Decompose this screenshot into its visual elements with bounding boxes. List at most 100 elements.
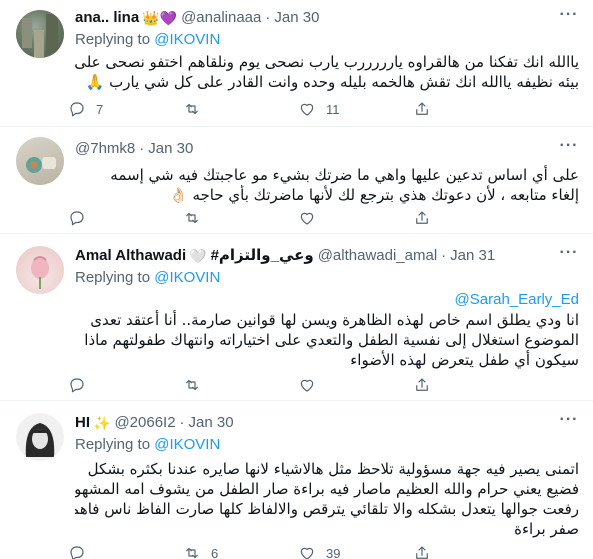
- tweet-text-line: رفعت جوالها يتعدل بشكله والا تلقائي يترق…: [75, 500, 579, 518]
- display-name[interactable]: Amal Althawadi: [75, 246, 186, 266]
- tweet-2[interactable]: @7hmk8 · Jan 30 ··· على أي اساس تدعين عل…: [0, 127, 593, 234]
- avatar[interactable]: [16, 10, 64, 58]
- reply-button[interactable]: [68, 209, 183, 227]
- avatar[interactable]: [16, 413, 64, 461]
- handle[interactable]: @althawadi_amal: [318, 246, 437, 266]
- more-icon[interactable]: ···: [559, 245, 579, 266]
- tweet-text-line: ياالله انك تفكنا من هالقراوه يارررررب يا…: [75, 53, 579, 71]
- tweet-text: ياالله انك تفكنا من هالقراوه يارررررب يا…: [75, 52, 579, 92]
- reply-icon: [70, 546, 84, 559]
- like-button[interactable]: 39: [298, 544, 413, 559]
- more-icon[interactable]: ···: [559, 138, 579, 159]
- reply-button[interactable]: [68, 376, 183, 394]
- avatar-photo: [25, 423, 55, 457]
- tweet-header: ana.. lina 👑💜 @analinaaa · Jan 30: [75, 8, 553, 28]
- reply-count: 7: [96, 101, 104, 117]
- timestamp[interactable]: Jan 30: [274, 8, 319, 28]
- name-emoji: 👑💜: [142, 10, 178, 26]
- retweet-icon: [186, 212, 198, 224]
- retweet-button[interactable]: 6: [183, 544, 298, 559]
- tweet-1[interactable]: ana.. lina 👑💜 @analinaaa · Jan 30 ··· Re…: [0, 0, 593, 127]
- reply-icon: [70, 102, 84, 117]
- timestamp[interactable]: Jan 30: [189, 413, 234, 433]
- like-icon: [300, 103, 314, 116]
- replying-to-link[interactable]: @IKOVIN: [154, 436, 220, 453]
- share-icon: [416, 211, 428, 224]
- action-bar: 6 39: [68, 542, 528, 559]
- name-emoji: ✨: [93, 415, 111, 431]
- reply-icon: [70, 378, 84, 393]
- tweet-3[interactable]: Amal Althawadi 🤍 #وعي_والتزام @althawadi…: [0, 234, 593, 401]
- share-button[interactable]: [413, 544, 528, 559]
- timestamp[interactable]: Jan 30: [148, 139, 193, 159]
- tweet-text-line: إلغاء متابعه ، لأن دعوتك هذي بترجع لك لأ…: [169, 186, 579, 204]
- replying-to-link[interactable]: @IKOVIN: [154, 269, 220, 286]
- name-emoji: 🤍: [189, 248, 207, 264]
- action-bar: [68, 207, 528, 229]
- share-button[interactable]: [413, 209, 528, 227]
- tweet-text: انا ودي يطلق اسم خاص لهذه الظاهرة ويسن ل…: [75, 310, 579, 370]
- tweet-text-line: صفر براءة: [514, 520, 579, 538]
- handle[interactable]: @analinaaa: [181, 8, 261, 28]
- avatar[interactable]: [16, 246, 64, 294]
- share-icon: [416, 546, 428, 559]
- tweet-text-line: بيئه نظيفه ياالله انك تقش هالخمه بليله و…: [85, 73, 579, 91]
- tweet-text-line: على أي اساس تدعين عليها واهي ما ضرتك بشي…: [110, 166, 579, 184]
- like-count: 11: [326, 101, 340, 117]
- tweet-header: Amal Althawadi 🤍 #وعي_والتزام @althawadi…: [75, 246, 553, 266]
- separator: ·: [265, 9, 271, 26]
- reply-icon: [70, 211, 84, 226]
- avatar-photo: [26, 157, 56, 173]
- replying-to: Replying to @IKOVIN: [75, 30, 220, 50]
- avatar[interactable]: [16, 137, 64, 185]
- separator: ·: [441, 247, 447, 264]
- like-button[interactable]: [298, 209, 413, 227]
- like-icon: [300, 379, 314, 392]
- display-name[interactable]: ana.. lina: [75, 8, 139, 28]
- retweet-icon: [186, 103, 198, 115]
- tweet-text: على أي اساس تدعين عليها واهي ما ضرتك بشي…: [75, 165, 579, 205]
- mention-link[interactable]: @Sarah_Early_Ed: [75, 290, 579, 310]
- retweet-button[interactable]: [183, 209, 298, 227]
- tweet-text-line: انا ودي يطلق اسم خاص لهذه الظاهرة ويسن ل…: [90, 311, 579, 329]
- replying-to-link[interactable]: @IKOVIN: [154, 31, 220, 48]
- like-count: 39: [326, 545, 341, 559]
- separator: ·: [139, 140, 145, 157]
- replying-to: Replying to @IKOVIN: [75, 435, 220, 455]
- tweet-header: @7hmk8 · Jan 30: [75, 139, 553, 159]
- retweet-button[interactable]: [183, 100, 298, 118]
- tweet-text-line: اتمنى يصير فيه جهة مسؤولية تلاحظ مثل هال…: [87, 460, 579, 478]
- tweet-text-line: فضيع يعني حرام والله العظيم ماصار فيه بر…: [75, 480, 579, 498]
- share-icon: [416, 378, 428, 391]
- retweet-icon: [186, 379, 198, 391]
- like-button[interactable]: [298, 376, 413, 394]
- retweet-icon: [186, 547, 198, 559]
- share-button[interactable]: [413, 376, 528, 394]
- tweet-text: اتمنى يصير فيه جهة مسؤولية تلاحظ مثل هال…: [75, 459, 579, 539]
- share-icon: [416, 102, 428, 115]
- share-button[interactable]: [413, 100, 528, 118]
- tweet-text-line: سيكون أي طفل يتعرض لهذه الأضواء: [350, 351, 579, 369]
- tweet-header: HI ✨ @2066I2 · Jan 30: [75, 413, 553, 433]
- display-name-hashtag: #وعي_والتزام: [210, 247, 314, 264]
- retweet-button[interactable]: [183, 376, 298, 394]
- handle[interactable]: @2066I2: [114, 413, 175, 433]
- more-icon[interactable]: ···: [559, 7, 579, 28]
- replying-prefix: Replying to: [75, 31, 151, 48]
- more-icon[interactable]: ···: [559, 412, 579, 433]
- avatar-photo: [31, 256, 49, 289]
- like-button[interactable]: 11: [298, 100, 413, 118]
- action-bar: 7 11: [68, 98, 528, 120]
- handle[interactable]: @7hmk8: [75, 139, 135, 159]
- replying-prefix: Replying to: [75, 436, 151, 453]
- replying-prefix: Replying to: [75, 269, 151, 286]
- timestamp[interactable]: Jan 31: [450, 246, 495, 266]
- like-icon: [300, 547, 314, 559]
- tweet-4[interactable]: HI ✨ @2066I2 · Jan 30 ··· Replying to @I…: [0, 401, 593, 559]
- display-name[interactable]: HI: [75, 413, 90, 433]
- action-bar: [68, 374, 528, 396]
- reply-button[interactable]: 7: [68, 100, 183, 118]
- reply-button[interactable]: [68, 544, 183, 559]
- retweet-count: 6: [211, 545, 219, 559]
- separator: ·: [179, 414, 185, 431]
